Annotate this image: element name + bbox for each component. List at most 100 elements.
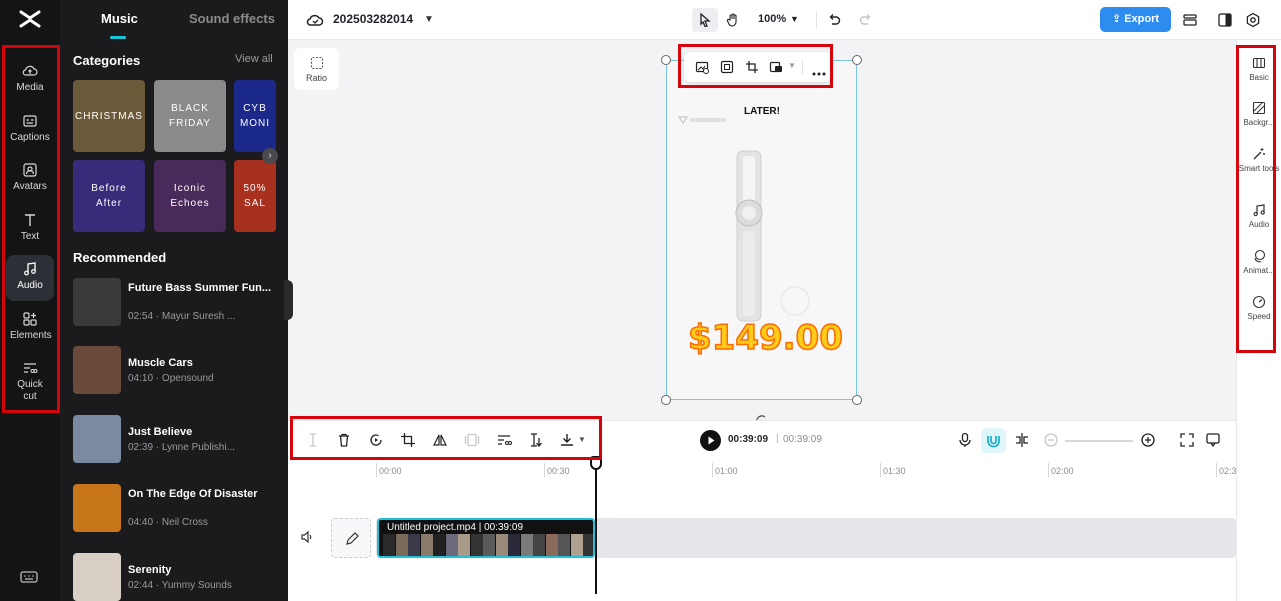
resize-handle-top-right[interactable]: [852, 55, 862, 65]
resize-handle-top-left[interactable]: [661, 55, 671, 65]
song-thumbnail: [73, 553, 121, 601]
list-item[interactable]: Just Believe 02:39 · Lynne Publishi...: [73, 415, 283, 465]
zoom-out-icon[interactable]: [1043, 432, 1059, 448]
freeze-frame-icon[interactable]: [464, 432, 480, 448]
list-item[interactable]: Serenity 02:44 · Yummy Sounds: [73, 553, 283, 601]
timeline-zoom-slider[interactable]: [1065, 440, 1133, 442]
clip-thumbnail-frame: [583, 534, 593, 556]
right-sidebar-item-speed[interactable]: Speed: [1237, 292, 1281, 336]
time-separator: |: [776, 433, 779, 444]
zoom-chevron-icon[interactable]: ▼: [790, 14, 799, 24]
capcut-logo-icon[interactable]: [16, 8, 44, 32]
split-scene-icon[interactable]: [1014, 432, 1030, 448]
layers-button[interactable]: [1177, 8, 1203, 32]
category-label: CHRISTMAS: [75, 110, 143, 122]
category-card[interactable]: 50% SAL: [234, 160, 276, 232]
category-card[interactable]: CHRISTMAS: [73, 80, 145, 152]
keyboard-icon[interactable]: [20, 570, 38, 584]
download-icon[interactable]: [559, 432, 575, 448]
quick-cut-icon[interactable]: [496, 432, 512, 448]
category-card[interactable]: CYB MONI: [234, 80, 276, 152]
ruler-tick: [880, 463, 881, 477]
list-item[interactable]: Muscle Cars 04:10 · Opensound: [73, 346, 283, 396]
fit-frame-icon[interactable]: [720, 60, 734, 74]
song-meta: 04:40 · Neil Cross: [128, 517, 209, 528]
project-name[interactable]: 202503282014: [333, 12, 413, 26]
audio-panel: Music Sound effects Categories View all …: [60, 0, 288, 601]
playhead-handle[interactable]: [590, 456, 602, 470]
settings-gear-icon[interactable]: [1240, 8, 1266, 32]
price-caption[interactable]: $149.00: [687, 317, 843, 359]
rail-item-text[interactable]: Text: [6, 206, 54, 252]
view-all-link[interactable]: View all: [235, 53, 273, 65]
hand-tool-button[interactable]: [720, 8, 746, 32]
redo-button[interactable]: [853, 8, 879, 32]
auto-snap-button[interactable]: [981, 428, 1006, 453]
crop-icon[interactable]: [745, 60, 759, 74]
select-tool-button[interactable]: [692, 8, 718, 32]
tab-music[interactable]: Music: [101, 11, 138, 26]
trim-text-icon[interactable]: [528, 432, 544, 448]
feedback-icon[interactable]: [1205, 432, 1221, 448]
tab-sound-effects[interactable]: Sound effects: [189, 11, 275, 26]
right-sidebar-item-backgr[interactable]: Backgr...: [1237, 98, 1281, 142]
playhead[interactable]: [595, 460, 597, 594]
panel-layout-icon[interactable]: [1212, 8, 1238, 32]
export-button[interactable]: ⇪ Export: [1100, 7, 1171, 32]
video-clip[interactable]: Untitled project.mp4 | 00:39:09: [377, 518, 595, 558]
resize-handle-bottom-left[interactable]: [661, 395, 671, 405]
category-card[interactable]: BLACK FRIDAY: [154, 80, 226, 152]
zoom-level[interactable]: 100%: [758, 13, 786, 25]
ratio-button[interactable]: Ratio: [294, 48, 339, 90]
later-caption[interactable]: LATER!: [744, 106, 780, 117]
chevron-down-icon[interactable]: ▼: [424, 14, 434, 25]
microphone-icon[interactable]: [957, 432, 973, 448]
right-sidebar-item-animat[interactable]: Animat...: [1237, 246, 1281, 290]
category-label: CYB MONI: [239, 103, 271, 129]
category-card[interactable]: Before After: [73, 160, 145, 232]
rail-item-media[interactable]: Media: [6, 57, 54, 103]
list-item[interactable]: On The Edge Of Disaster 04:40 · Neil Cros…: [73, 484, 283, 534]
panel-collapse-handle[interactable]: [284, 280, 293, 320]
split-icon[interactable]: [305, 432, 321, 448]
fullscreen-icon[interactable]: [1179, 432, 1195, 448]
zoom-in-icon[interactable]: [1140, 432, 1156, 448]
chevron-down-icon[interactable]: ▼: [788, 61, 796, 70]
replace-media-icon[interactable]: [695, 60, 709, 74]
chevron-right-icon[interactable]: ›: [262, 148, 278, 164]
text-icon: [25, 214, 35, 226]
rail-item-quick-cut[interactable]: Quick cut: [6, 354, 54, 406]
rotate-handle-icon[interactable]: [754, 410, 768, 423]
right-sidebar-item-audio[interactable]: Audio: [1237, 200, 1281, 244]
rail-item-elements[interactable]: Elements: [6, 305, 54, 351]
rail-item-captions[interactable]: Captions: [6, 107, 54, 153]
play-button[interactable]: [700, 430, 721, 451]
chevron-down-icon[interactable]: ▼: [578, 435, 586, 444]
mask-icon[interactable]: [769, 60, 783, 74]
list-item[interactable]: Future Bass Summer Fun... 02:54 · Mayur S…: [73, 278, 283, 328]
cover-edit-button[interactable]: [331, 518, 371, 558]
ruler-tick: [1048, 463, 1049, 477]
rail-item-audio[interactable]: Audio: [6, 255, 54, 301]
undo-button[interactable]: [821, 8, 847, 32]
right-sidebar-item-basic[interactable]: Basic: [1237, 53, 1281, 97]
delete-icon[interactable]: [336, 432, 352, 448]
rail-item-avatars[interactable]: Avatars: [6, 156, 54, 202]
cloud-icon: [306, 11, 324, 29]
basic-icon: [1252, 57, 1266, 69]
clip-label: Untitled project.mp4 | 00:39:09: [387, 522, 524, 533]
speaker-icon[interactable]: [300, 530, 314, 544]
more-options-icon[interactable]: [812, 64, 826, 78]
clip-thumbnail-frame: [483, 534, 495, 556]
replay-icon[interactable]: [368, 432, 384, 448]
timeline[interactable]: 00:00 00:30 01:00 01:30 02:00 02:3 Untitled p…: [288, 456, 1237, 601]
flip-icon[interactable]: [432, 432, 448, 448]
rail-item-label: Text: [20, 231, 40, 242]
crop-icon[interactable]: [400, 432, 416, 448]
ruler-label: 01:00: [715, 466, 738, 476]
right-sidebar-item-smart-tools[interactable]: Smart tools: [1237, 144, 1281, 188]
rail-item-label: Avatars: [13, 181, 47, 192]
category-card[interactable]: Iconic Echoes: [154, 160, 226, 232]
current-time: 00:39:09: [728, 434, 769, 445]
resize-handle-bottom-right[interactable]: [852, 395, 862, 405]
